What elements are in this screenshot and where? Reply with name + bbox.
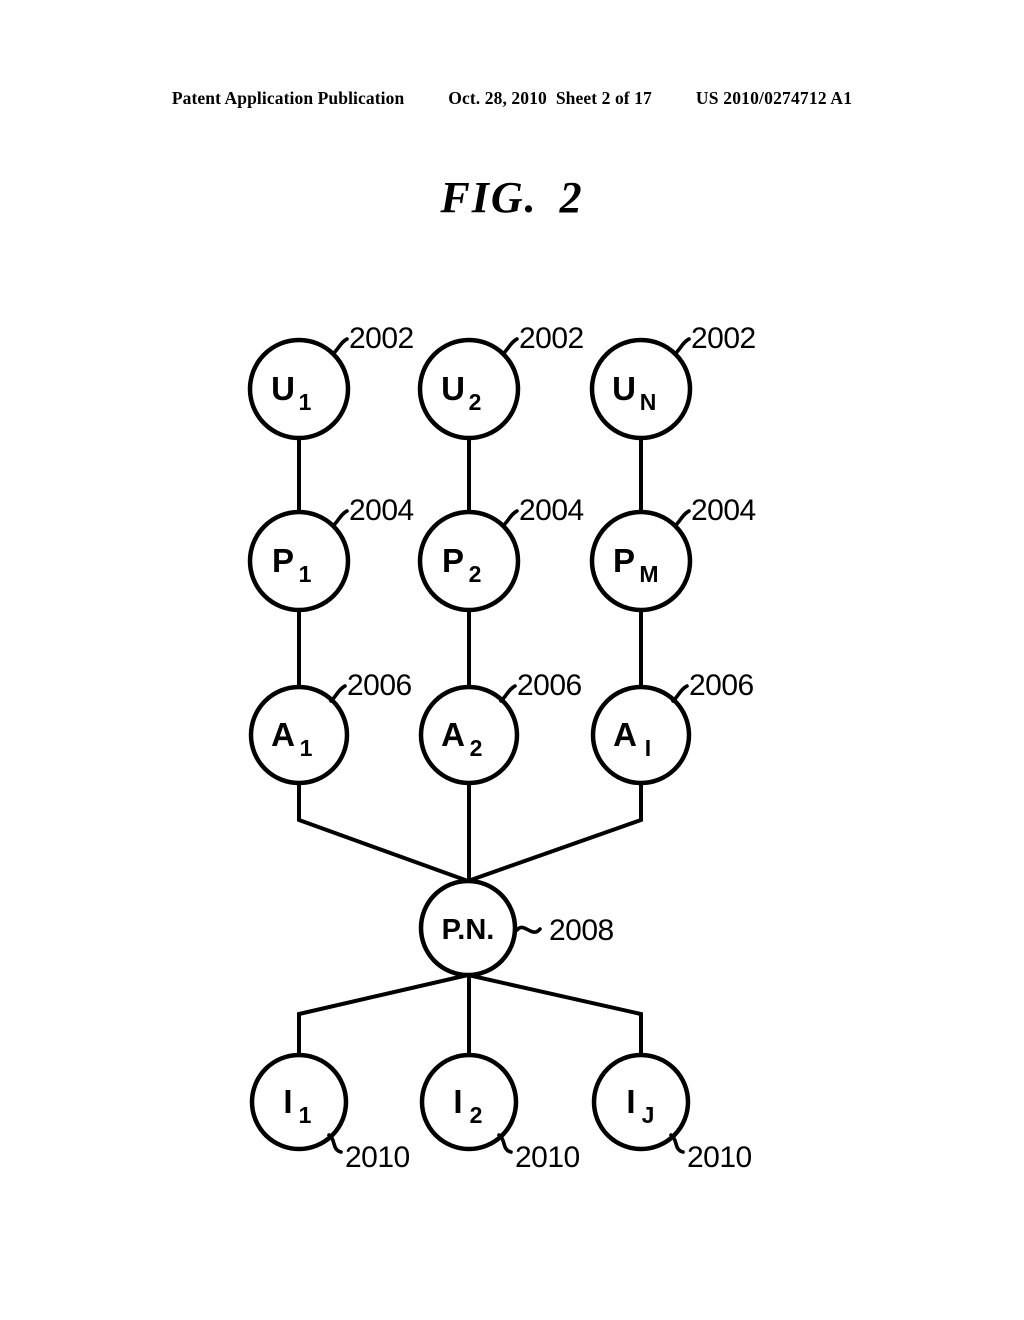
node-ij-label: I <box>626 1083 635 1120</box>
ref-label-2010-col2: 2010 <box>515 1141 580 1174</box>
ref-label-2006-col1: 2006 <box>347 669 412 702</box>
connector-group-accounts-to-hub <box>297 783 643 883</box>
connector-ai-hub <box>467 783 643 883</box>
node-i2-subscript: 2 <box>470 1102 483 1128</box>
leader-i2-2010 <box>497 1133 513 1154</box>
figure-2-diagram: U 1 2002 U 2 2002 U N 2002 P 1 2004 P 2 … <box>247 322 756 1174</box>
leader-pm-2004 <box>673 509 691 528</box>
leader-a2-2006 <box>499 684 517 703</box>
ref-label-2004-col3: 2004 <box>691 494 756 527</box>
leader-p1-2004 <box>331 509 349 528</box>
node-pm-subscript: M <box>639 561 658 587</box>
ref-label-2002-col1: 2002 <box>349 322 414 355</box>
ref-label-2002-col2: 2002 <box>519 322 584 355</box>
leader-un-2002 <box>673 337 691 356</box>
node-a2-subscript: 2 <box>470 735 483 761</box>
node-i1-label: I <box>283 1083 292 1120</box>
ref-label-2010-col3: 2010 <box>687 1141 752 1174</box>
node-a2-label: A <box>441 716 465 753</box>
connector-group-hub-to-institutions <box>297 973 643 1055</box>
ref-label-2010-col1: 2010 <box>345 1141 410 1174</box>
leader-i1-2010 <box>327 1133 343 1154</box>
node-a1-label: A <box>271 716 295 753</box>
node-p1-subscript: 1 <box>299 561 312 587</box>
leader-pn-2008 <box>515 925 542 934</box>
leader-a1-2006 <box>329 684 347 703</box>
node-pm-label: P <box>613 542 635 579</box>
node-u2-label: U <box>441 370 465 407</box>
ref-label-2008: 2008 <box>549 914 614 947</box>
node-p2-label: P <box>442 542 464 579</box>
node-ai-label: A <box>613 716 637 753</box>
node-ij[interactable]: I J <box>591 1052 691 1152</box>
leader-ij-2010 <box>669 1133 685 1154</box>
node-u2-subscript: 2 <box>469 389 482 415</box>
node-i1[interactable]: I 1 <box>249 1052 349 1152</box>
connector-a1-hub <box>297 783 469 883</box>
ref-label-2002-col3: 2002 <box>691 322 756 355</box>
ref-label-2006-col3: 2006 <box>689 669 754 702</box>
node-un-label: U <box>612 370 636 407</box>
node-a1-subscript: 1 <box>300 735 313 761</box>
node-u1-label: U <box>271 370 295 407</box>
leader-p2-2004 <box>501 509 519 528</box>
node-pn-hub[interactable]: P.N. <box>418 878 518 978</box>
connector-hub-ij <box>467 973 643 1055</box>
node-ai-subscript: I <box>645 735 651 761</box>
node-i2-label: I <box>453 1083 462 1120</box>
node-i2[interactable]: I 2 <box>419 1052 519 1152</box>
leader-ai-2006 <box>671 684 689 703</box>
leader-u2-2002 <box>501 337 519 356</box>
node-p2-subscript: 2 <box>469 561 482 587</box>
node-pn-label: P.N. <box>442 914 495 946</box>
leader-u1-2002 <box>331 337 349 356</box>
node-un-subscript: N <box>640 389 657 415</box>
node-ij-subscript: J <box>642 1102 655 1128</box>
node-u1-subscript: 1 <box>299 389 312 415</box>
ref-label-2006-col2: 2006 <box>517 669 582 702</box>
connector-hub-i1 <box>297 973 469 1055</box>
node-i1-subscript: 1 <box>299 1102 312 1128</box>
ref-label-2004-col2: 2004 <box>519 494 584 527</box>
node-p1-label: P <box>272 542 294 579</box>
ref-label-2004-col1: 2004 <box>349 494 414 527</box>
